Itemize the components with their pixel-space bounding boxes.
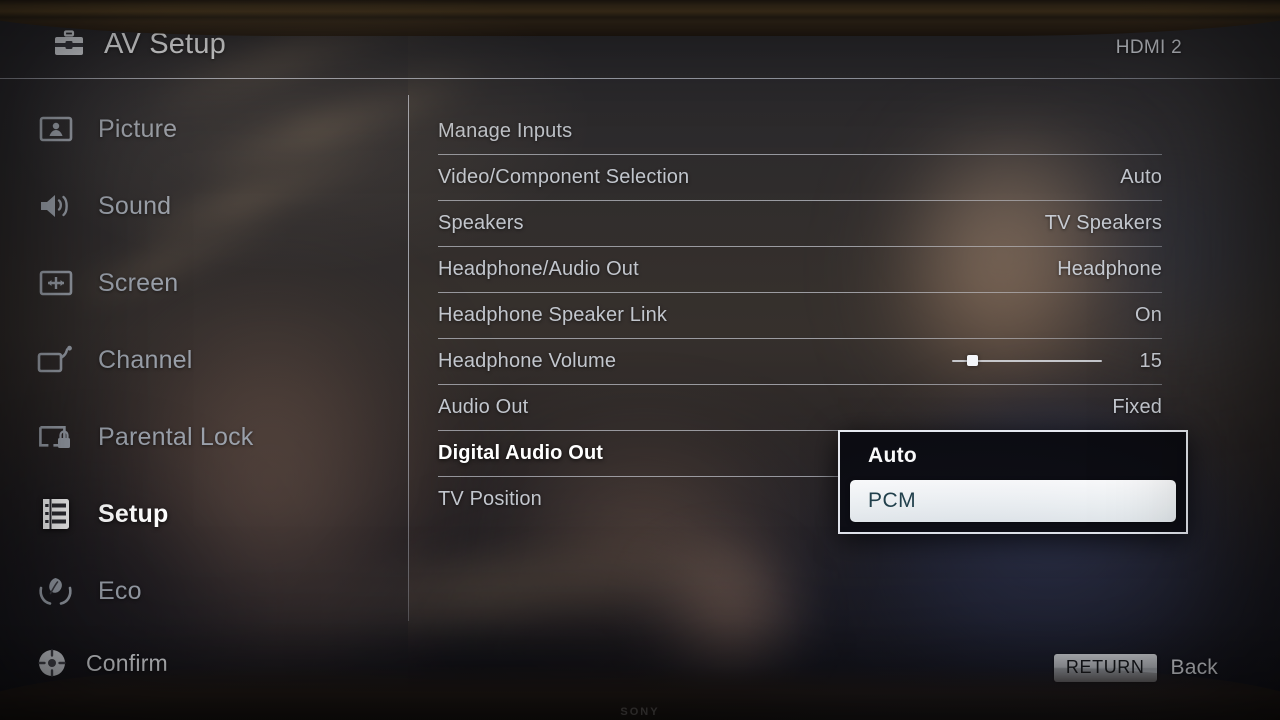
row-label: TV Position (438, 487, 542, 510)
headphone-volume-slider[interactable] (952, 354, 1102, 368)
parental-lock-icon (36, 419, 76, 455)
sidebar-item-setup[interactable]: Setup (36, 489, 366, 539)
row-value: Fixed (1112, 395, 1162, 418)
dpad-icon (36, 645, 68, 681)
tv-screen: AV Setup HDMI 2 Picture Sound Screen Cha… (0, 0, 1280, 720)
row-label: Speakers (438, 211, 524, 234)
sidebar-item-screen[interactable]: Screen (36, 258, 366, 308)
row-value: TV Speakers (1044, 211, 1162, 234)
row-label: Digital Audio Out (438, 441, 604, 464)
tv-brand-logo: SONY (620, 706, 660, 718)
table-row[interactable]: Speakers TV Speakers (438, 200, 1162, 246)
table-row[interactable]: Manage Inputs (438, 108, 1162, 154)
header-divider (0, 78, 1280, 79)
setup-icon (36, 496, 76, 532)
sidebar-item-parental-lock[interactable]: Parental Lock (36, 412, 366, 462)
digital-audio-out-dropdown[interactable]: Auto PCM (838, 430, 1188, 534)
table-row[interactable]: Headphone Speaker Link On (438, 292, 1162, 338)
screen-icon (36, 265, 76, 301)
eco-leaf-icon (36, 573, 76, 609)
row-label: Headphone/Audio Out (438, 257, 639, 280)
dropdown-option-auto[interactable]: Auto (840, 432, 1186, 480)
current-input-label: HDMI 2 (1115, 37, 1182, 58)
sidebar-item-channel[interactable]: Channel (36, 335, 366, 385)
sidebar-item-label: Setup (98, 499, 169, 528)
sidebar-item-eco[interactable]: Eco (36, 566, 366, 616)
tv-bezel-top-edge (0, 0, 1280, 22)
row-label: Headphone Volume (438, 349, 617, 372)
row-value: Auto (1120, 165, 1162, 188)
sidebar-item-label: Channel (98, 345, 193, 374)
sidebar-item-label: Eco (98, 576, 142, 605)
sidebar-item-sound[interactable]: Sound (36, 181, 366, 231)
sidebar-item-label: Picture (98, 114, 178, 143)
dropdown-option-label: Auto (868, 444, 918, 467)
row-label: Headphone Speaker Link (438, 303, 668, 326)
dropdown-option-pcm[interactable]: PCM (850, 480, 1176, 522)
channel-icon (36, 342, 76, 378)
table-row[interactable]: Video/Component Selection Auto (438, 154, 1162, 200)
row-value: 15 (1139, 349, 1162, 372)
table-row[interactable]: Headphone/Audio Out Headphone (438, 246, 1162, 292)
row-label: Manage Inputs (438, 119, 573, 142)
panel-divider (408, 95, 409, 621)
sidebar-item-picture[interactable]: Picture (36, 104, 366, 154)
picture-icon (36, 111, 76, 147)
sidebar-item-label: Screen (98, 268, 179, 297)
speaker-icon (36, 188, 76, 224)
sidebar-item-label: Sound (98, 191, 172, 220)
row-label: Video/Component Selection (438, 165, 690, 188)
sidebar-nav: Picture Sound Screen Channel Parental Lo (0, 96, 408, 626)
row-value: On (1135, 303, 1162, 326)
dropdown-option-label: PCM (868, 489, 917, 512)
table-row[interactable]: Audio Out Fixed (438, 384, 1162, 430)
row-value: Headphone (1057, 257, 1162, 280)
row-control: 15 (952, 350, 1162, 373)
slider-thumb[interactable] (966, 355, 978, 366)
sidebar-item-label: Parental Lock (98, 422, 254, 451)
row-label: Audio Out (438, 395, 529, 418)
table-row[interactable]: Headphone Volume 15 (438, 338, 1162, 384)
